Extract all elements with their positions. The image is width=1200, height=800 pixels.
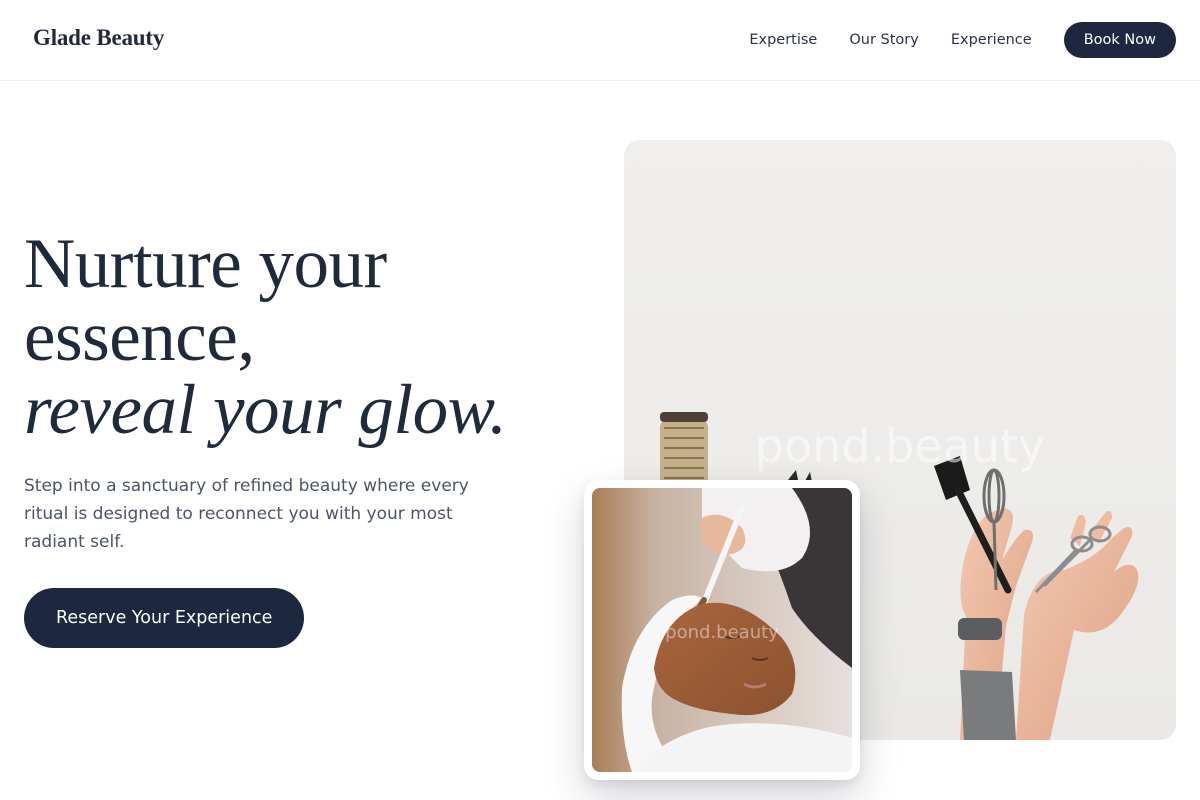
hero-subtext: Step into a sanctuary of refined beauty … — [24, 476, 469, 552]
main-nav: Expertise Our Story Experience Book Now — [749, 22, 1176, 58]
nav-link-experience[interactable]: Experience — [951, 32, 1032, 48]
inset-image-facial-treatment: pond.beauty — [592, 488, 852, 772]
headline-line-2: essence, — [24, 298, 255, 376]
nav-link-expertise[interactable]: Expertise — [749, 32, 817, 48]
site-header: Glade Beauty Expertise Our Story Experie… — [0, 0, 1200, 81]
reserve-experience-button[interactable]: Reserve Your Experience — [24, 588, 305, 648]
hero-image-watermark: pond.beauty — [755, 419, 1045, 473]
book-now-button[interactable]: Book Now — [1063, 22, 1176, 58]
hero-headline: Nurture your essence, reveal your glow. — [24, 228, 584, 447]
nav-link-our-story[interactable]: Our Story — [849, 32, 918, 48]
brand-logo[interactable]: Glade Beauty — [33, 25, 164, 51]
round-brush-icon — [660, 412, 708, 490]
headline-line-1: Nurture your — [24, 225, 387, 303]
headline-line-3: reveal your glow. — [24, 371, 507, 449]
inset-image-watermark: pond.beauty — [665, 622, 779, 643]
inset-image-card: pond.beauty — [584, 480, 860, 780]
